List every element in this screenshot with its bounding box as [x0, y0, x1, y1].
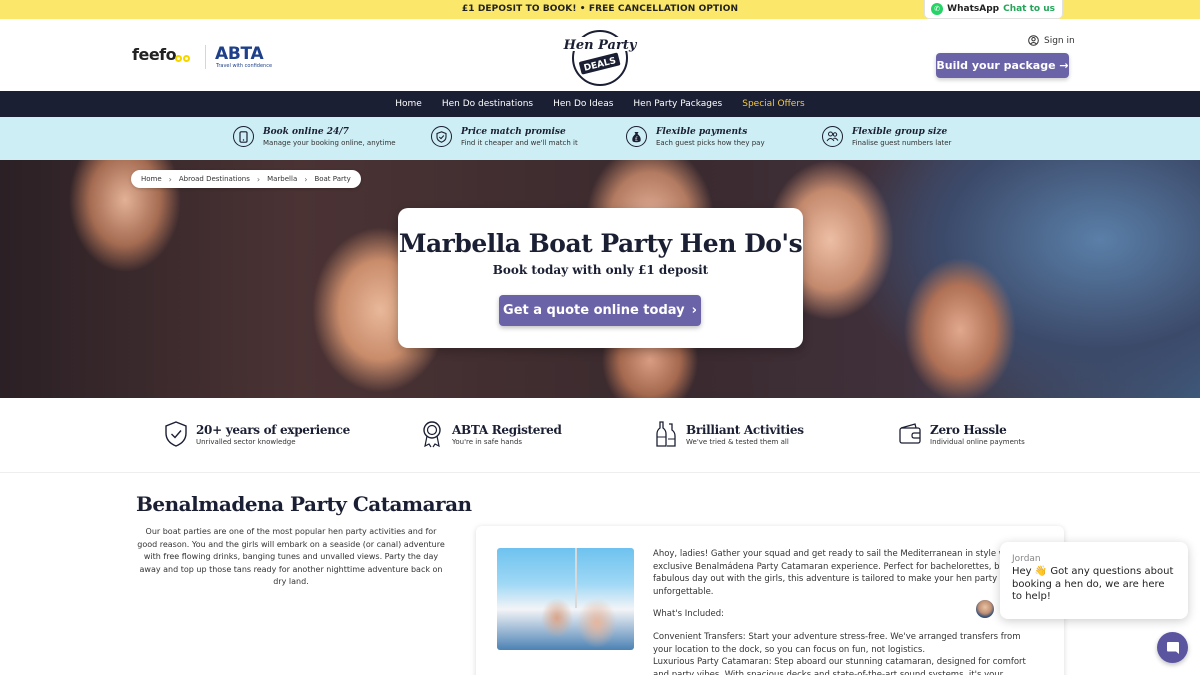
activity-card: Ahoy, ladies! Gather your squad and get … — [476, 526, 1064, 675]
trust-sub: We've tried & tested them all — [686, 437, 789, 446]
feefo-logo[interactable]: feefo — [132, 45, 177, 64]
trust-activities: Brilliant Activities We've tried & teste… — [654, 420, 804, 448]
chat-icon — [1166, 641, 1179, 654]
description-paragraph: Luxurious Party Catamaran: Step aboard o… — [653, 657, 1026, 675]
phone-icon — [233, 126, 254, 147]
chat-agent-avatar — [975, 599, 995, 619]
chat-agent-name: Jordan — [1012, 554, 1041, 564]
trust-sub: You're in safe hands — [452, 437, 523, 446]
description-paragraph: Ahoy, ladies! Gather your squad and get … — [653, 549, 1028, 597]
get-quote-button[interactable]: Get a quote online today › — [499, 295, 701, 326]
shield-check-icon — [431, 126, 452, 147]
feature-title: Flexible payments — [656, 126, 748, 137]
trust-title: Brilliant Activities — [686, 422, 804, 437]
money-bag-icon: £ — [626, 126, 647, 147]
feature-book-online: Book online 24/7 Manage your booking onl… — [233, 126, 396, 147]
chevron-right-icon: › — [691, 303, 697, 318]
feature-sub: Find it cheaper and we'll match it — [461, 138, 578, 147]
chevron-right-icon: › — [304, 174, 308, 184]
feature-flexible-payments: £ Flexible payments Each guest picks how… — [626, 126, 765, 147]
award-badge-icon — [420, 420, 444, 448]
chevron-right-icon: › — [256, 174, 261, 184]
features-strip: Book online 24/7 Manage your booking onl… — [0, 117, 1200, 160]
trust-abta: ABTA Registered You're in safe hands — [420, 420, 562, 448]
logo-divider — [205, 45, 206, 69]
trust-sub: Individual online payments — [930, 437, 1025, 446]
nav-item-ideas[interactable]: Hen Do Ideas — [553, 99, 613, 109]
trust-title: Zero Hassle — [930, 422, 1007, 437]
feature-sub: Manage your booking online, anytime — [263, 138, 396, 147]
nav-item-packages[interactable]: Hen Party Packages — [633, 99, 722, 109]
hen-party-deals-logo[interactable]: Hen Party DEALS — [562, 25, 638, 87]
feature-title: Flexible group size — [852, 126, 948, 137]
bottles-icon — [654, 420, 678, 448]
sign-in-label: Sign in — [1044, 35, 1075, 46]
trust-experience: 20+ years of experience Unrivalled secto… — [164, 420, 350, 448]
whatsapp-icon: ✆ — [931, 3, 944, 15]
breadcrumb-abroad[interactable]: Abroad Destinations — [179, 175, 250, 183]
trust-title: ABTA Registered — [452, 422, 562, 437]
chevron-right-icon: › — [168, 174, 172, 184]
shield-check-icon — [164, 420, 188, 448]
trust-zero-hassle: Zero Hassle Individual online payments — [898, 420, 1025, 448]
svg-text:£: £ — [635, 136, 638, 142]
sign-in-link[interactable]: Sign in — [1028, 35, 1075, 46]
trust-title: 20+ years of experience — [196, 422, 351, 437]
main-nav: Home Hen Do destinations Hen Do Ideas He… — [0, 91, 1200, 117]
section-intro: Our boat parties are one of the most pop… — [137, 527, 445, 587]
breadcrumb-current: Boat Party — [314, 175, 351, 183]
build-package-label: Build your package → — [936, 59, 1069, 72]
feature-title: Price match promise — [461, 126, 566, 137]
breadcrumb-home[interactable]: Home — [141, 175, 162, 183]
abta-logo[interactable]: ABTA — [215, 44, 264, 64]
build-package-button[interactable]: Build your package → — [936, 53, 1069, 78]
promo-text: £1 DEPOSIT TO BOOK! • FREE CANCELLATION … — [461, 4, 739, 14]
hero-card: Marbella Boat Party Hen Do's Book today … — [398, 208, 803, 348]
breadcrumb: Home › Abroad Destinations › Marbella › … — [131, 170, 361, 188]
hero-subtitle: Book today with only £1 deposit — [492, 263, 709, 277]
whatsapp-cta: Chat to us — [1003, 4, 1055, 14]
abta-tagline: Travel with confidence — [216, 63, 273, 69]
page-title: Marbella Boat Party Hen Do's — [398, 229, 803, 258]
user-icon — [1028, 35, 1039, 46]
feature-sub: Each guest picks how they pay — [656, 138, 765, 147]
description-paragraph: Convenient Transfers: Start your adventu… — [653, 631, 1021, 655]
group-icon — [822, 126, 843, 147]
breadcrumb-marbella[interactable]: Marbella — [267, 175, 297, 183]
logo-text-line1: Hen Party — [563, 38, 638, 53]
feature-title: Book online 24/7 — [263, 126, 349, 137]
chat-launcher-button[interactable] — [1157, 632, 1188, 663]
mast-shape — [575, 548, 577, 608]
wallet-icon — [898, 420, 922, 448]
chat-message: Hey 👋 Got any questions about booking a … — [1012, 566, 1174, 602]
feefo-eyes-icon — [175, 47, 193, 62]
hero-banner: Home › Abroad Destinations › Marbella › … — [0, 160, 1200, 398]
feature-price-match: Price match promise Find it cheaper and … — [431, 126, 578, 147]
get-quote-label: Get a quote online today — [503, 303, 685, 318]
nav-item-destinations[interactable]: Hen Do destinations — [442, 99, 533, 109]
trust-row: 20+ years of experience Unrivalled secto… — [0, 398, 1200, 473]
trust-sub: Unrivalled sector knowledge — [196, 437, 296, 446]
nav-item-home[interactable]: Home — [395, 99, 422, 109]
feature-sub: Finalise guest numbers later — [852, 138, 952, 147]
chat-bubble[interactable]: Jordan Hey 👋 Got any questions about boo… — [1000, 542, 1188, 619]
nav-item-special-offers[interactable]: Special Offers — [742, 99, 805, 109]
whatsapp-chat-button[interactable]: ✆ WhatsApp Chat to us — [924, 0, 1063, 19]
whatsapp-label: WhatsApp — [947, 4, 1000, 14]
catamaran-photo — [497, 548, 634, 650]
section-title: Benalmadena Party Catamaran — [136, 492, 472, 516]
feature-group-size: Flexible group size Finalise guest numbe… — [822, 126, 951, 147]
